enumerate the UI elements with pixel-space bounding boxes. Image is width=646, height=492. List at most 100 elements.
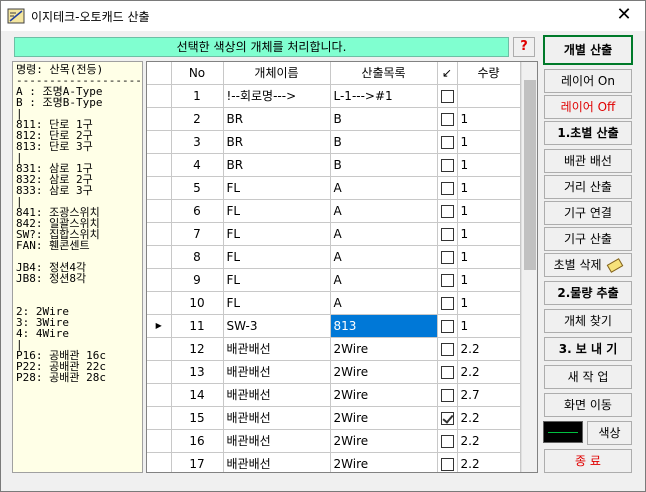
distance-calc-button[interactable]: 거리 산출 [544, 175, 632, 199]
quantity-cell[interactable]: 1 [457, 314, 521, 338]
check-cell[interactable] [437, 176, 458, 200]
object-name-cell[interactable]: FL [223, 245, 331, 269]
object-name-cell[interactable]: 배관배선 [223, 406, 331, 430]
row-checkbox[interactable] [440, 181, 454, 195]
object-name-cell[interactable]: FL [223, 199, 331, 223]
check-cell[interactable] [437, 452, 458, 472]
calc-list-cell[interactable]: 2Wire [330, 452, 438, 472]
check-cell[interactable] [437, 84, 458, 108]
row-checkbox[interactable] [440, 227, 454, 241]
table-row[interactable]: 16 배관배선 2Wire 2.2 [147, 429, 521, 453]
row-number[interactable]: 3 [171, 130, 224, 154]
row-checkbox[interactable] [440, 273, 454, 287]
object-name-cell[interactable]: 배관배선 [223, 360, 331, 384]
quantity-cell[interactable]: 1 [457, 176, 521, 200]
table-row[interactable]: 10 FL A 1 [147, 291, 521, 315]
row-checkbox[interactable] [440, 204, 454, 218]
row-number[interactable]: 16 [171, 429, 224, 453]
object-name-cell[interactable]: SW-3 [223, 314, 331, 338]
object-name-cell[interactable]: 배관배선 [223, 383, 331, 407]
calc-list-cell[interactable]: 2Wire [330, 383, 438, 407]
pipe-wiring-button[interactable]: 배관 배선 [544, 149, 632, 173]
table-row[interactable]: 14 배관배선 2Wire 2.7 [147, 383, 521, 407]
individual-calc-button[interactable]: 개별 산출 [543, 35, 633, 65]
calc-list-cell[interactable]: A [330, 291, 438, 315]
check-cell[interactable] [437, 153, 458, 177]
calc-list-cell[interactable]: 2Wire [330, 429, 438, 453]
row-checkbox[interactable] [440, 342, 454, 356]
calc-list-cell[interactable]: A [330, 199, 438, 223]
object-name-cell[interactable]: !--회로명---> [223, 84, 331, 108]
table-row[interactable]: 8 FL A 1 [147, 245, 521, 269]
row-number[interactable]: 5 [171, 176, 224, 200]
quantity-cell[interactable]: 2.7 [457, 383, 521, 407]
col-header-check[interactable]: ↙ [437, 62, 458, 85]
layer-on-button[interactable]: 레이어 On [544, 69, 632, 93]
row-number[interactable]: 12 [171, 337, 224, 361]
check-cell[interactable] [437, 360, 458, 384]
quantity-cell[interactable]: 2.2 [457, 429, 521, 453]
row-checkbox[interactable] [440, 411, 454, 425]
quantity-cell[interactable]: 1 [457, 245, 521, 269]
row-checkbox[interactable] [440, 112, 454, 126]
new-job-button[interactable]: 새 작 업 [544, 365, 632, 389]
step3-send-button[interactable]: 3. 보 내 기 [544, 337, 632, 361]
quantity-cell[interactable]: 1 [457, 107, 521, 131]
quantity-cell[interactable]: 1 [457, 268, 521, 292]
quantity-cell[interactable] [457, 84, 521, 108]
check-cell[interactable] [437, 429, 458, 453]
table-row[interactable]: 6 FL A 1 [147, 199, 521, 223]
calc-list-cell[interactable]: A [330, 268, 438, 292]
quantity-cell[interactable]: 2.2 [457, 337, 521, 361]
vertical-scrollbar[interactable] [521, 62, 537, 472]
close-icon[interactable]: ✕ [609, 3, 639, 29]
object-name-cell[interactable]: FL [223, 176, 331, 200]
row-checkbox[interactable] [440, 388, 454, 402]
scrollbar-thumb[interactable] [524, 80, 536, 270]
row-number[interactable]: 4 [171, 153, 224, 177]
row-number[interactable]: 15 [171, 406, 224, 430]
check-cell[interactable] [437, 314, 458, 338]
row-number[interactable]: 13 [171, 360, 224, 384]
check-cell[interactable] [437, 406, 458, 430]
row-number[interactable]: 7 [171, 222, 224, 246]
calc-list-cell[interactable]: A [330, 222, 438, 246]
row-number[interactable]: 10 [171, 291, 224, 315]
table-row[interactable]: 17 배관배선 2Wire 2.2 [147, 452, 521, 472]
row-checkbox[interactable] [440, 135, 454, 149]
row-checkbox[interactable] [440, 250, 454, 264]
calc-list-cell[interactable]: 2Wire [330, 360, 438, 384]
row-checkbox[interactable] [440, 319, 454, 333]
object-name-cell[interactable]: 배관배선 [223, 429, 331, 453]
table-row[interactable]: 5 FL A 1 [147, 176, 521, 200]
quantity-cell[interactable]: 1 [457, 153, 521, 177]
quantity-cell[interactable]: 1 [457, 199, 521, 223]
object-name-cell[interactable]: FL [223, 291, 331, 315]
row-number[interactable]: 2 [171, 107, 224, 131]
table-row[interactable]: 9 FL A 1 [147, 268, 521, 292]
object-name-cell[interactable]: 배관배선 [223, 452, 331, 472]
move-screen-button[interactable]: 화면 이동 [544, 393, 632, 417]
col-header-quantity[interactable]: 수량 [457, 62, 521, 85]
col-header-calc-list[interactable]: 산출목록 [330, 62, 438, 85]
quantity-cell[interactable]: 2.2 [457, 360, 521, 384]
table-row[interactable]: 4 BR B 1 [147, 153, 521, 177]
device-calc-button[interactable]: 기구 산출 [544, 227, 632, 251]
calc-list-cell[interactable]: 2Wire [330, 406, 438, 430]
object-grid[interactable]: No 개체이름 산출목록 ↙ 수량 1 !--회로명---> L-1--->#1 2 B… [146, 61, 538, 473]
object-name-cell[interactable]: BR [223, 153, 331, 177]
table-row[interactable]: 13 배관배선 2Wire 2.2 [147, 360, 521, 384]
row-number[interactable]: 9 [171, 268, 224, 292]
quantity-cell[interactable]: 1 [457, 291, 521, 315]
delete-button[interactable]: 초별 삭제 [544, 253, 632, 277]
row-checkbox[interactable] [440, 365, 454, 379]
row-checkbox[interactable] [440, 158, 454, 172]
object-name-cell[interactable]: BR [223, 107, 331, 131]
check-cell[interactable] [437, 222, 458, 246]
calc-list-cell[interactable]: B [330, 153, 438, 177]
check-cell[interactable] [437, 383, 458, 407]
quantity-cell[interactable]: 2.2 [457, 452, 521, 472]
calc-list-cell[interactable]: 2Wire [330, 337, 438, 361]
object-name-cell[interactable]: FL [223, 222, 331, 246]
table-row[interactable]: 12 배관배선 2Wire 2.2 [147, 337, 521, 361]
